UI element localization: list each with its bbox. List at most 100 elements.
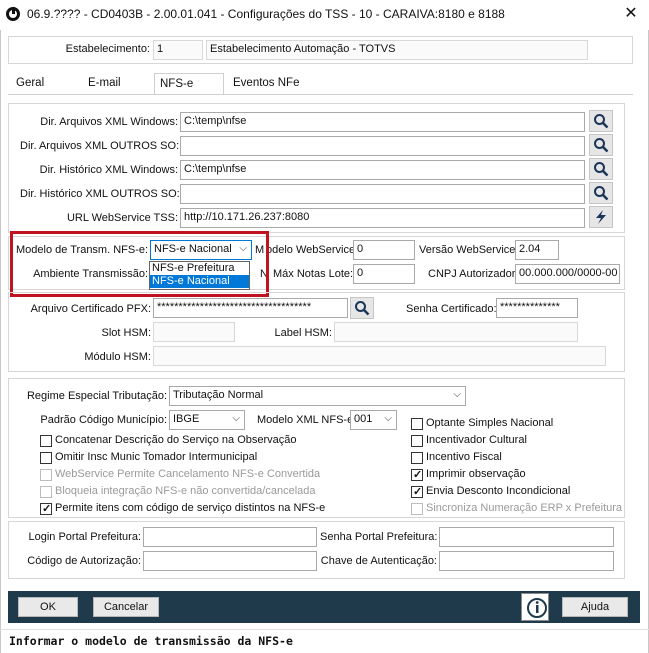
- chevron-down-icon: ⌵: [453, 389, 461, 400]
- cnpj-autorizador-label: CNPJ Autorizador:: [428, 268, 519, 280]
- tab-nfse[interactable]: NFS-e: [154, 73, 224, 95]
- dir-hist-outros-field[interactable]: [180, 184, 585, 204]
- label-hsm-field: [334, 322, 578, 342]
- regime-label: Regime Especial Tributação:: [26, 390, 167, 402]
- senha-portal-field[interactable]: [439, 527, 614, 547]
- search-icon: [594, 162, 609, 177]
- test-connection-button[interactable]: [589, 206, 613, 228]
- dir-xml-outros-field[interactable]: [180, 136, 585, 156]
- check-imprimir-observacao-label: Imprimir observação: [426, 468, 526, 480]
- dir-xml-outros-label: Dir. Arquivos XML OUTROS SO:: [20, 140, 180, 152]
- login-portal-label: Login Portal Prefeitura:: [28, 531, 141, 543]
- estabelecimento-name-field: Estabelecimento Automação - TOTVS: [206, 40, 588, 60]
- status-bar: Informar o modelo de transmissão da NFS-…: [0, 629, 649, 653]
- modelo-xml-select[interactable]: 001 ⌵: [350, 410, 397, 430]
- checkmark-icon: ✓: [42, 503, 52, 515]
- checkbox[interactable]: ✓: [411, 469, 423, 481]
- search-icon: [355, 301, 370, 316]
- check-permite-itens-label: Permite itens com código de serviço dist…: [55, 502, 326, 514]
- cod-autorizacao-field[interactable]: [143, 551, 317, 571]
- info-icon: [527, 598, 547, 618]
- checkbox[interactable]: [411, 418, 423, 430]
- check-envia-desconto-label: Envia Desconto Incondicional: [426, 485, 571, 497]
- check-incentivo-fiscal-label: Incentivo Fiscal: [426, 451, 502, 463]
- close-icon[interactable]: ✕: [620, 3, 642, 25]
- check-incentivador-cultural-label: Incentivador Cultural: [426, 434, 527, 446]
- dir-xml-windows-label: Dir. Arquivos XML Windows:: [40, 116, 178, 128]
- slot-hsm-label: Slot HSM:: [101, 327, 151, 339]
- help-button[interactable]: Ajuda: [562, 597, 628, 617]
- checkmark-icon: ✓: [413, 469, 423, 481]
- estabelecimento-label: Estabelecimento:: [65, 43, 150, 55]
- cancel-button[interactable]: Cancelar: [93, 597, 159, 617]
- url-webservice-field[interactable]: http://10.171.26.237:8080: [180, 208, 585, 228]
- checkbox[interactable]: ✓: [40, 503, 52, 515]
- chave-autenticacao-field[interactable]: [439, 551, 614, 571]
- tab-email[interactable]: E-mail: [88, 77, 121, 89]
- tab-geral[interactable]: Geral: [16, 77, 44, 89]
- checkbox[interactable]: [40, 452, 52, 464]
- search-dir-xml-windows-button[interactable]: [589, 110, 613, 132]
- senha-certificado-label: Senha Certificado:: [406, 303, 497, 315]
- chave-autenticacao-label: Chave de Autenticação:: [320, 555, 437, 567]
- dir-hist-windows-label: Dir. Histórico XML Windows:: [39, 164, 178, 176]
- search-icon: [594, 114, 609, 129]
- checkbox[interactable]: [411, 435, 423, 447]
- pfx-field[interactable]: ************************************: [153, 298, 348, 318]
- cod-autorizacao-label: Código de Autorização:: [27, 555, 141, 567]
- checkmark-icon: ✓: [413, 486, 423, 498]
- checkbox[interactable]: ✓: [411, 486, 423, 498]
- modulo-hsm-field: [153, 346, 606, 366]
- login-portal-field[interactable]: [143, 527, 317, 547]
- check-optante-simples-label: Optante Simples Nacional: [426, 417, 554, 429]
- modelo-ws-label-b: odelo WebService:: [266, 244, 359, 256]
- padrao-codigo-value: IBGE: [173, 413, 200, 425]
- dir-hist-outros-label: Dir. Histórico XML OUTROS SO:: [20, 188, 180, 200]
- chevron-down-icon: ⌵: [232, 413, 240, 424]
- senha-certificado-field[interactable]: **************: [496, 298, 578, 318]
- checkbox: [40, 486, 52, 498]
- chevron-down-icon: ⌵: [384, 413, 392, 424]
- highlight-box: [10, 231, 269, 297]
- title-bar: 06.9.???? - CD0403B - 2.00.01.041 - Conf…: [0, 0, 649, 30]
- max-notas-field[interactable]: 0: [353, 264, 415, 284]
- versao-ws-field[interactable]: 2.04: [515, 240, 559, 260]
- tab-eventos-nfe[interactable]: Eventos NFe: [233, 77, 299, 89]
- app-logo-icon: [6, 7, 20, 21]
- search-icon: [594, 186, 609, 201]
- checkbox[interactable]: [40, 435, 52, 447]
- checkbox: [411, 503, 423, 515]
- search-icon: [594, 138, 609, 153]
- regime-select[interactable]: Tributação Normal ⌵: [169, 386, 466, 406]
- checkbox: [40, 469, 52, 481]
- versao-ws-label: Versão WebService:: [419, 244, 519, 256]
- search-pfx-button[interactable]: [350, 297, 374, 319]
- regime-value: Tributação Normal: [173, 389, 264, 401]
- senha-portal-label: Senha Portal Prefeitura:: [320, 531, 438, 543]
- checkbox[interactable]: [411, 452, 423, 464]
- url-webservice-label: URL WebService TSS:: [66, 212, 178, 224]
- info-button[interactable]: [521, 593, 549, 621]
- check-concatenar-label: Concatenar Descrição do Serviço na Obser…: [55, 434, 297, 446]
- search-dir-hist-outros-button[interactable]: [589, 182, 613, 204]
- search-dir-hist-windows-button[interactable]: [589, 158, 613, 180]
- ok-button[interactable]: OK: [18, 597, 78, 617]
- modelo-xml-label: Modelo XML NFS-e:: [257, 414, 357, 426]
- dir-hist-windows-field[interactable]: C:\temp\nfse: [180, 160, 585, 180]
- padrao-codigo-select[interactable]: IBGE ⌵: [169, 410, 245, 430]
- estabelecimento-code-field: 1: [153, 40, 203, 60]
- check-sincroniza-numeracao-label: Sincroniza Numeração ERP x Prefeitura: [426, 502, 623, 514]
- tab-nfse-label: NFS-e: [160, 78, 194, 90]
- dir-xml-windows-field[interactable]: C:\temp\nfse: [180, 112, 585, 132]
- search-dir-xml-outros-button[interactable]: [589, 134, 613, 156]
- window-title: 06.9.???? - CD0403B - 2.00.01.041 - Conf…: [27, 7, 505, 21]
- modelo-ws-field[interactable]: 0: [353, 240, 415, 260]
- pfx-label: Arquivo Certificado PFX:: [30, 303, 151, 315]
- lightning-icon: [596, 210, 606, 224]
- modelo-xml-value: 001: [354, 413, 373, 425]
- check-omitir-insc-label: Omitir Insc Munic Tomador Intermunicipal: [55, 451, 258, 463]
- padrao-codigo-label: Padrão Código Município:: [40, 414, 167, 426]
- modulo-hsm-label: Módulo HSM:: [84, 351, 151, 363]
- cnpj-autorizador-field[interactable]: 00.000.000/0000-00: [515, 264, 620, 284]
- slot-hsm-field: [153, 322, 235, 342]
